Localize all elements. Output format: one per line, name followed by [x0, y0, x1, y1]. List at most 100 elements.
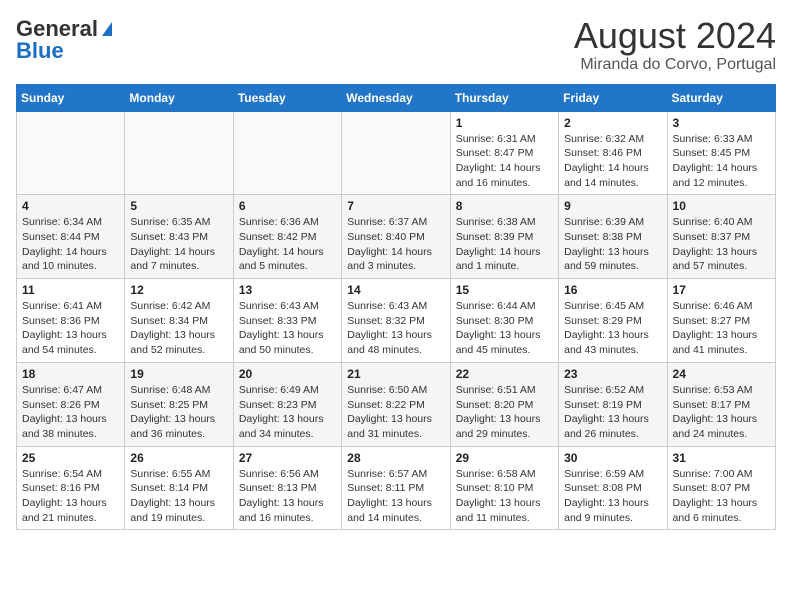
day-number: 29	[456, 451, 553, 465]
sunrise-text: Sunrise: 6:37 AM	[347, 215, 444, 230]
sunset-text: Sunset: 8:39 PM	[456, 230, 553, 245]
sunset-text: Sunset: 8:46 PM	[564, 146, 661, 161]
daylight-text: Daylight: 13 hours and 29 minutes.	[456, 412, 553, 441]
daylight-text: Daylight: 13 hours and 50 minutes.	[239, 328, 336, 357]
calendar-cell: 9Sunrise: 6:39 AMSunset: 8:38 PMDaylight…	[559, 195, 667, 279]
calendar-cell: 19Sunrise: 6:48 AMSunset: 8:25 PMDayligh…	[125, 362, 233, 446]
day-header-sunday: Sunday	[17, 84, 125, 111]
calendar-cell: 1Sunrise: 6:31 AMSunset: 8:47 PMDaylight…	[450, 111, 558, 195]
sunset-text: Sunset: 8:07 PM	[673, 481, 770, 496]
sunset-text: Sunset: 8:23 PM	[239, 398, 336, 413]
calendar-cell: 7Sunrise: 6:37 AMSunset: 8:40 PMDaylight…	[342, 195, 450, 279]
calendar-week-row: 1Sunrise: 6:31 AMSunset: 8:47 PMDaylight…	[17, 111, 776, 195]
sunset-text: Sunset: 8:34 PM	[130, 314, 227, 329]
day-number: 20	[239, 367, 336, 381]
daylight-text: Daylight: 13 hours and 45 minutes.	[456, 328, 553, 357]
day-number: 5	[130, 199, 227, 213]
day-info: Sunrise: 6:47 AMSunset: 8:26 PMDaylight:…	[22, 383, 119, 442]
calendar-cell: 4Sunrise: 6:34 AMSunset: 8:44 PMDaylight…	[17, 195, 125, 279]
day-header-thursday: Thursday	[450, 84, 558, 111]
day-number: 31	[673, 451, 770, 465]
calendar-week-row: 11Sunrise: 6:41 AMSunset: 8:36 PMDayligh…	[17, 279, 776, 363]
sunset-text: Sunset: 8:25 PM	[130, 398, 227, 413]
sunrise-text: Sunrise: 6:55 AM	[130, 467, 227, 482]
sunrise-text: Sunrise: 6:58 AM	[456, 467, 553, 482]
calendar-cell: 22Sunrise: 6:51 AMSunset: 8:20 PMDayligh…	[450, 362, 558, 446]
day-number: 23	[564, 367, 661, 381]
sunrise-text: Sunrise: 6:53 AM	[673, 383, 770, 398]
day-number: 12	[130, 283, 227, 297]
day-info: Sunrise: 6:44 AMSunset: 8:30 PMDaylight:…	[456, 299, 553, 358]
day-header-wednesday: Wednesday	[342, 84, 450, 111]
day-number: 28	[347, 451, 444, 465]
sunrise-text: Sunrise: 6:51 AM	[456, 383, 553, 398]
day-number: 24	[673, 367, 770, 381]
daylight-text: Daylight: 13 hours and 14 minutes.	[347, 496, 444, 525]
sunset-text: Sunset: 8:40 PM	[347, 230, 444, 245]
sunset-text: Sunset: 8:22 PM	[347, 398, 444, 413]
calendar-week-row: 4Sunrise: 6:34 AMSunset: 8:44 PMDaylight…	[17, 195, 776, 279]
daylight-text: Daylight: 13 hours and 43 minutes.	[564, 328, 661, 357]
calendar-table: SundayMondayTuesdayWednesdayThursdayFrid…	[16, 84, 776, 531]
sunset-text: Sunset: 8:16 PM	[22, 481, 119, 496]
page-header: General Blue August 2024 Miranda do Corv…	[16, 16, 776, 74]
sunrise-text: Sunrise: 7:00 AM	[673, 467, 770, 482]
daylight-text: Daylight: 13 hours and 11 minutes.	[456, 496, 553, 525]
day-number: 25	[22, 451, 119, 465]
sunset-text: Sunset: 8:11 PM	[347, 481, 444, 496]
day-info: Sunrise: 6:43 AMSunset: 8:32 PMDaylight:…	[347, 299, 444, 358]
day-info: Sunrise: 6:34 AMSunset: 8:44 PMDaylight:…	[22, 215, 119, 274]
day-info: Sunrise: 6:39 AMSunset: 8:38 PMDaylight:…	[564, 215, 661, 274]
calendar-cell: 28 Sunrise: 6:57 AMSunset: 8:11 PMDayligh…	[342, 446, 450, 530]
calendar-cell: 11Sunrise: 6:41 AMSunset: 8:36 PMDayligh…	[17, 279, 125, 363]
location-title: Miranda do Corvo, Portugal	[574, 56, 776, 74]
sunset-text: Sunset: 8:30 PM	[456, 314, 553, 329]
sunrise-text: Sunrise: 6:59 AM	[564, 467, 661, 482]
sunrise-text: Sunrise: 6:40 AM	[673, 215, 770, 230]
sunrise-text: Sunrise: 6:41 AM	[22, 299, 119, 314]
day-number: 3	[673, 116, 770, 130]
sunset-text: Sunset: 8:13 PM	[239, 481, 336, 496]
daylight-text: Daylight: 13 hours and 34 minutes.	[239, 412, 336, 441]
day-info: Sunrise: 6:48 AMSunset: 8:25 PMDaylight:…	[130, 383, 227, 442]
logo-icon	[102, 22, 112, 36]
day-number: 1	[456, 116, 553, 130]
sunrise-text: Sunrise: 6:56 AM	[239, 467, 336, 482]
day-info: Sunrise: 6:46 AMSunset: 8:27 PMDaylight:…	[673, 299, 770, 358]
day-info: Sunrise: 6:57 AMSunset: 8:11 PMDaylight:…	[347, 467, 444, 526]
day-number: 8	[456, 199, 553, 213]
day-info: Sunrise: 6:56 AMSunset: 8:13 PMDaylight:…	[239, 467, 336, 526]
day-info: Sunrise: 6:55 AMSunset: 8:14 PMDaylight:…	[130, 467, 227, 526]
calendar-cell: 6Sunrise: 6:36 AMSunset: 8:42 PMDaylight…	[233, 195, 341, 279]
calendar-cell: 12Sunrise: 6:42 AMSunset: 8:34 PMDayligh…	[125, 279, 233, 363]
calendar-cell: 27Sunrise: 6:56 AMSunset: 8:13 PMDayligh…	[233, 446, 341, 530]
daylight-text: Daylight: 14 hours and 16 minutes.	[456, 161, 553, 190]
day-number: 18	[22, 367, 119, 381]
logo: General Blue	[16, 16, 112, 64]
daylight-text: Daylight: 13 hours and 6 minutes.	[673, 496, 770, 525]
calendar-cell	[233, 111, 341, 195]
daylight-text: Daylight: 14 hours and 3 minutes.	[347, 245, 444, 274]
calendar-cell: 30Sunrise: 6:59 AMSunset: 8:08 PMDayligh…	[559, 446, 667, 530]
sunrise-text: Sunrise: 6:35 AM	[130, 215, 227, 230]
calendar-cell: 23 Sunrise: 6:52 AMSunset: 8:19 PMDayligh…	[559, 362, 667, 446]
calendar-cell: 15Sunrise: 6:44 AMSunset: 8:30 PMDayligh…	[450, 279, 558, 363]
sunset-text: Sunset: 8:38 PM	[564, 230, 661, 245]
daylight-text: Daylight: 13 hours and 16 minutes.	[239, 496, 336, 525]
day-number: 11	[22, 283, 119, 297]
day-info: Sunrise: 6:36 AMSunset: 8:42 PMDaylight:…	[239, 215, 336, 274]
calendar-cell	[17, 111, 125, 195]
calendar-cell: 10Sunrise: 6:40 AMSunset: 8:37 PMDayligh…	[667, 195, 775, 279]
daylight-text: Daylight: 13 hours and 59 minutes.	[564, 245, 661, 274]
day-header-tuesday: Tuesday	[233, 84, 341, 111]
day-number: 2	[564, 116, 661, 130]
calendar-cell: 8Sunrise: 6:38 AMSunset: 8:39 PMDaylight…	[450, 195, 558, 279]
sunrise-text: Sunrise: 6:42 AM	[130, 299, 227, 314]
calendar-cell: 24Sunrise: 6:53 AMSunset: 8:17 PMDayligh…	[667, 362, 775, 446]
day-number: 30	[564, 451, 661, 465]
sunset-text: Sunset: 8:42 PM	[239, 230, 336, 245]
sunset-text: Sunset: 8:08 PM	[564, 481, 661, 496]
day-info: Sunrise: 6:52 AMSunset: 8:19 PMDaylight:…	[564, 383, 661, 442]
sunrise-text: Sunrise: 6:44 AM	[456, 299, 553, 314]
calendar-week-row: 18 Sunrise: 6:47 AMSunset: 8:26 PMDayligh…	[17, 362, 776, 446]
